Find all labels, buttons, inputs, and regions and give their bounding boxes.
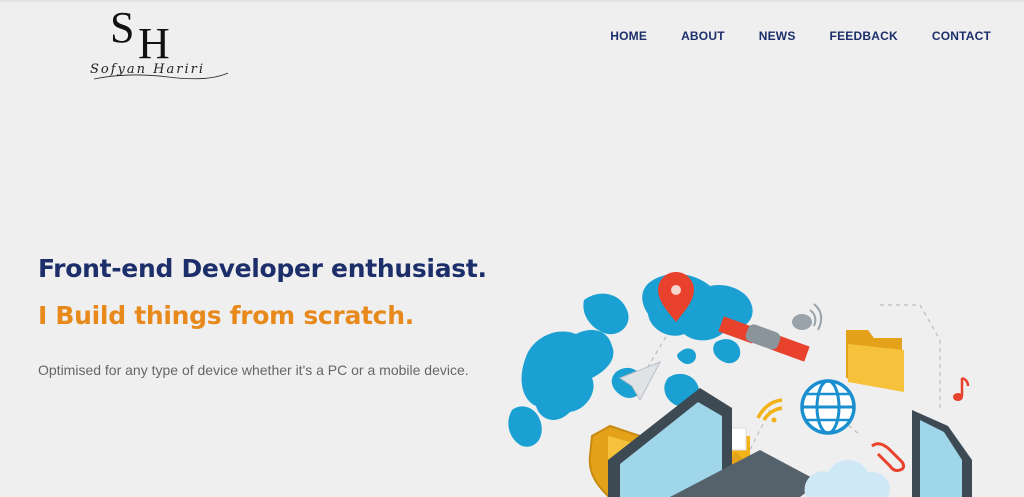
main-nav: HOME ABOUT NEWS FEEDBACK CONTACT	[610, 29, 991, 43]
hero-subtitle: I Build things from scratch.	[38, 301, 414, 330]
nav-contact[interactable]: CONTACT	[932, 29, 991, 43]
cloud-icon	[804, 460, 890, 497]
nav-about[interactable]: ABOUT	[681, 29, 725, 43]
top-border	[0, 0, 1024, 2]
hero-illustration	[508, 272, 972, 497]
hero-description: Optimised for any type of device whether…	[38, 362, 469, 378]
site-logo[interactable]: S H Sofyan Hariri	[88, 4, 233, 86]
music-note-icon	[953, 376, 970, 401]
wifi-icon	[756, 398, 783, 423]
laptop-icon	[608, 388, 820, 497]
nav-news[interactable]: NEWS	[759, 29, 796, 43]
paperclip-icon	[871, 442, 906, 472]
logo-letter-s: S	[110, 3, 135, 52]
logo-signature: Sofyan Hariri	[90, 62, 205, 77]
nav-home[interactable]: HOME	[610, 29, 647, 43]
globe-icon	[800, 379, 856, 435]
folder-icon	[846, 330, 904, 392]
tablet-icon	[912, 410, 972, 497]
nav-feedback[interactable]: FEEDBACK	[830, 29, 898, 43]
hero-title: Front-end Developer enthusiast.	[38, 254, 487, 283]
